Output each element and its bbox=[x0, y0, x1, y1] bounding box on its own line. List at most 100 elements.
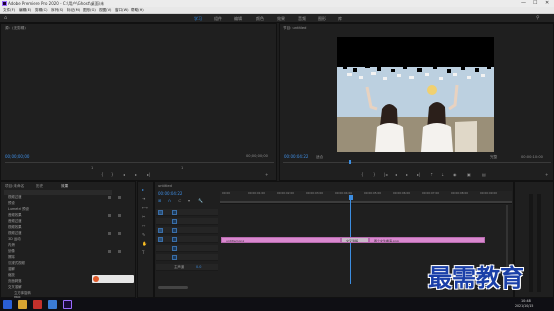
source-play-icon[interactable]: ▸ bbox=[135, 172, 137, 177]
menu-file[interactable]: 文件(F) bbox=[3, 7, 15, 14]
razor-tool-icon[interactable]: ✂ bbox=[142, 214, 145, 219]
menu-marker[interactable]: 标记(M) bbox=[67, 7, 80, 14]
menu-view[interactable]: 视图(V) bbox=[99, 7, 111, 14]
ripple-edit-icon[interactable]: ⟷ bbox=[142, 205, 148, 210]
selection-tool-icon[interactable]: ▸ bbox=[142, 187, 144, 192]
source-scrubber[interactable] bbox=[5, 162, 274, 163]
tree-item[interactable]: 交叉溶解 bbox=[8, 285, 22, 290]
program-quality-select[interactable]: 完整 bbox=[490, 155, 497, 160]
track-select-icon[interactable]: ⇥ bbox=[142, 196, 145, 201]
tree-item[interactable]: 视频过渡 bbox=[8, 231, 22, 236]
tree-item[interactable]: 页面剥落 bbox=[8, 279, 22, 284]
track-header-v3[interactable]: V3 bbox=[156, 209, 218, 216]
search-icon[interactable]: ⚲ bbox=[536, 15, 540, 22]
program-step-back-icon[interactable]: ◂ bbox=[395, 172, 397, 177]
program-timecode[interactable]: 00:00:04:22 bbox=[284, 154, 308, 159]
type-tool-icon[interactable]: T bbox=[142, 250, 144, 255]
menu-help[interactable]: 帮助(H) bbox=[131, 7, 144, 14]
timeline-tab[interactable]: untitled bbox=[158, 183, 172, 189]
tab-history[interactable]: 历史 bbox=[36, 183, 43, 189]
menu-edit[interactable]: 编辑(E) bbox=[19, 7, 31, 14]
program-play-icon[interactable]: ▸ bbox=[406, 172, 408, 177]
tree-item[interactable]: Lumetri 预设 bbox=[8, 207, 29, 212]
timeline-settings-icon[interactable]: 🔧 bbox=[198, 198, 203, 203]
work-area-bar[interactable] bbox=[220, 201, 512, 203]
transition-clip[interactable]: 交叉溶解 bbox=[341, 237, 369, 243]
workspace-assembly[interactable]: 组件 bbox=[214, 14, 222, 23]
close-button[interactable]: ✕ bbox=[545, 0, 549, 7]
track-header-a1[interactable]: A1 bbox=[156, 236, 218, 243]
track-target[interactable] bbox=[172, 237, 177, 242]
timeline-timecode[interactable]: 00:00:04:22 bbox=[158, 191, 182, 196]
source-add-button-icon[interactable]: + bbox=[265, 172, 268, 177]
tree-item[interactable]: 3D 运动 bbox=[8, 237, 21, 242]
track-target[interactable] bbox=[172, 255, 177, 260]
track-header-v1[interactable]: V1 bbox=[156, 227, 218, 234]
pen-tool-icon[interactable]: ✎ bbox=[142, 232, 145, 237]
program-add-button-icon[interactable]: + bbox=[545, 172, 548, 177]
master-volume[interactable]: 0.0 bbox=[196, 264, 201, 271]
tree-item[interactable]: 划像 bbox=[8, 249, 15, 254]
timeline-clip[interactable]: 两个女生看海.png bbox=[369, 237, 485, 243]
source-mark-in-icon[interactable]: { bbox=[101, 172, 104, 177]
tree-item[interactable]: 擦除 bbox=[8, 255, 15, 260]
tree-item[interactable]: 音频效果 bbox=[8, 213, 22, 218]
program-scrubber[interactable] bbox=[283, 162, 551, 163]
workspace-audio[interactable]: 音频 bbox=[298, 14, 306, 23]
program-step-forward-icon[interactable]: ▸| bbox=[417, 172, 420, 177]
track-header-a3[interactable]: A3 bbox=[156, 254, 218, 261]
program-export-frame-icon[interactable]: ◉ bbox=[453, 172, 457, 177]
menu-sequence[interactable]: 序列(S) bbox=[51, 7, 63, 14]
premiere-taskbar-icon[interactable] bbox=[63, 300, 72, 309]
browser-taskbar-icon[interactable] bbox=[48, 300, 57, 309]
program-fit-select[interactable]: 适合 bbox=[316, 155, 323, 160]
timeline-ruler[interactable]: 00:00 00:00:01:00 00:00:02:00 00:00:03:0… bbox=[220, 191, 512, 204]
program-extract-icon[interactable]: ⇣ bbox=[441, 172, 444, 177]
source-patch[interactable] bbox=[158, 228, 163, 233]
track-header-v2[interactable]: V2 bbox=[156, 218, 218, 225]
tree-item[interactable]: 沉浸式视频 bbox=[8, 261, 25, 266]
timeline-clip[interactable]: untitled.png bbox=[221, 237, 341, 243]
program-playhead[interactable] bbox=[349, 160, 351, 164]
source-patch[interactable] bbox=[158, 237, 163, 242]
tree-item[interactable]: 视频效果 bbox=[8, 225, 22, 230]
app-taskbar-icon[interactable] bbox=[33, 300, 42, 309]
program-settings-icon[interactable]: ▤ bbox=[482, 172, 486, 177]
source-step-back-icon[interactable]: ◂ bbox=[123, 172, 125, 177]
workspace-libraries[interactable]: 库 bbox=[338, 14, 342, 23]
tab-project[interactable]: 项目:未命名 bbox=[5, 183, 24, 189]
slip-tool-icon[interactable]: ⇿ bbox=[142, 223, 145, 228]
source-mark-out-icon[interactable]: } bbox=[111, 172, 114, 177]
program-mark-out-icon[interactable]: } bbox=[373, 172, 376, 177]
menu-window[interactable]: 窗口(W) bbox=[115, 7, 129, 14]
add-marker-icon[interactable]: ▾ bbox=[188, 198, 190, 203]
tree-item[interactable]: 内滑 bbox=[8, 243, 15, 248]
workspace-color[interactable]: 颜色 bbox=[256, 14, 264, 23]
workspace-learn[interactable]: 学习 bbox=[194, 14, 202, 23]
home-icon[interactable]: ⌂ bbox=[4, 16, 7, 21]
hand-tool-icon[interactable]: ✋ bbox=[142, 241, 147, 246]
tab-effects[interactable]: 效果 bbox=[61, 183, 68, 189]
menu-graphics[interactable]: 图形(G) bbox=[83, 7, 96, 14]
track-target[interactable] bbox=[172, 228, 177, 233]
track-header-master[interactable]: 主声道 0.0 bbox=[156, 264, 218, 271]
source-patch[interactable] bbox=[158, 210, 163, 215]
track-target[interactable] bbox=[172, 246, 177, 251]
ime-toolbar[interactable] bbox=[92, 275, 134, 283]
workspace-editing[interactable]: 编辑 bbox=[234, 14, 242, 23]
tree-item[interactable]: 溶解 bbox=[8, 267, 15, 272]
track-header-a2[interactable]: A2 bbox=[156, 245, 218, 252]
windows-start-icon[interactable] bbox=[3, 300, 12, 309]
track-target[interactable] bbox=[172, 210, 177, 215]
track-target[interactable] bbox=[172, 219, 177, 224]
program-lift-icon[interactable]: ⇡ bbox=[430, 172, 433, 177]
tree-item[interactable]: 缩放 bbox=[8, 273, 15, 278]
source-step-forward-icon[interactable]: ▸| bbox=[147, 172, 150, 177]
menu-clip[interactable]: 剪辑(C) bbox=[35, 7, 48, 14]
program-camera-icon[interactable]: ▣ bbox=[467, 172, 471, 177]
tree-item[interactable]: 音频过渡 bbox=[8, 219, 22, 224]
source-timecode[interactable]: 00;00;00;00 bbox=[5, 154, 29, 159]
nest-icon[interactable]: ⊞ bbox=[158, 198, 161, 203]
maximize-button[interactable]: ☐ bbox=[533, 0, 537, 7]
timeline-scrollbar[interactable] bbox=[158, 286, 188, 289]
